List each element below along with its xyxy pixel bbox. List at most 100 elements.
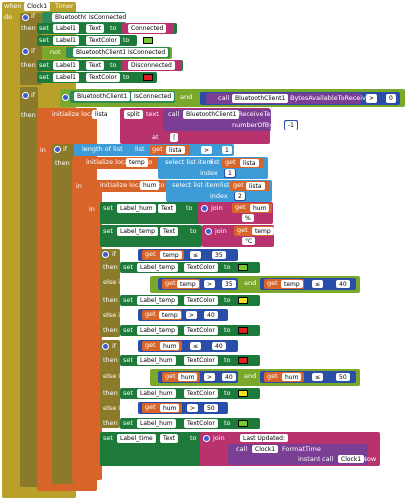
set-property-dropdown[interactable]: TextColor xyxy=(184,356,218,365)
number-literal[interactable]: 50 xyxy=(336,373,350,381)
get-var-dropdown[interactable]: temp xyxy=(252,227,274,235)
set-component-dropdown[interactable]: Label1 xyxy=(53,61,80,70)
number-literal[interactable]: 1 xyxy=(222,146,232,154)
compare-op-dropdown[interactable]: > xyxy=(187,404,199,412)
set-component-dropdown[interactable]: Label_hum xyxy=(137,389,176,398)
set-property-dropdown[interactable]: TextColor xyxy=(184,263,218,272)
get-var-dropdown[interactable]: temp xyxy=(160,251,182,259)
number-literal[interactable]: 35 xyxy=(212,251,226,259)
get-var-dropdown[interactable]: hum xyxy=(282,373,302,381)
mutator-gear-icon[interactable] xyxy=(22,14,29,21)
number-literal[interactable]: 0 xyxy=(386,94,396,103)
set-component-dropdown[interactable]: Label_temp xyxy=(117,227,158,236)
bt-property-dropdown[interactable]: IsConnected xyxy=(131,92,175,101)
bt-property-dropdown[interactable]: IsConnected xyxy=(86,13,130,22)
clock-component-dropdown[interactable]: Clock1 xyxy=(338,455,365,463)
set-component-dropdown[interactable]: Label_time xyxy=(117,434,156,443)
set-component-dropdown[interactable]: Label_temp xyxy=(137,326,178,335)
get-var-dropdown[interactable]: hum xyxy=(160,404,180,412)
color-swatch-yellow[interactable] xyxy=(238,297,248,304)
number-literal[interactable]: 35 xyxy=(222,280,236,288)
suffix-text-literal[interactable]: °C xyxy=(242,237,256,245)
get-var-dropdown[interactable]: lista xyxy=(240,159,259,167)
mutator-gear-icon[interactable] xyxy=(54,146,61,153)
compare-op-dropdown[interactable]: ≤ xyxy=(312,373,324,381)
compare-op-dropdown[interactable]: > xyxy=(186,311,198,319)
number-literal[interactable]: 40 xyxy=(212,342,226,350)
color-swatch-red[interactable] xyxy=(143,74,153,81)
get-var-dropdown[interactable]: hum xyxy=(178,373,198,381)
number-literal[interactable]: 40 xyxy=(222,373,236,381)
color-swatch-green[interactable] xyxy=(143,37,153,44)
get-var-dropdown[interactable]: temp xyxy=(177,280,199,288)
compare-op-dropdown[interactable]: > xyxy=(204,280,216,288)
get-var-dropdown[interactable]: hum xyxy=(250,204,270,212)
bt-property-dropdown[interactable]: IsConnected xyxy=(125,48,169,57)
set-property-dropdown[interactable]: Text xyxy=(86,61,105,70)
set-property-dropdown[interactable]: Text xyxy=(86,24,105,33)
set-property-dropdown[interactable]: Text xyxy=(160,434,179,443)
set-component-dropdown[interactable]: Label_hum xyxy=(137,356,176,365)
mutator-gear-icon[interactable] xyxy=(22,48,29,55)
bt-component-dropdown[interactable]: BluetoothClient1 xyxy=(183,110,240,119)
set-property-dropdown[interactable]: TextColor xyxy=(184,419,218,428)
get-var-dropdown[interactable]: lista xyxy=(166,146,185,154)
compare-op-dropdown[interactable]: > xyxy=(366,94,378,103)
set-property-dropdown[interactable]: TextColor xyxy=(184,389,218,398)
set-component-dropdown[interactable]: Label1 xyxy=(53,36,80,45)
event-component-dropdown[interactable]: Clock1 xyxy=(24,2,51,11)
text-literal-value[interactable]: Connected xyxy=(128,24,167,33)
set-property-dropdown[interactable]: TextColor xyxy=(184,296,218,305)
mutator-gear-icon[interactable] xyxy=(102,251,109,258)
compare-op-dropdown[interactable]: ≤ xyxy=(190,251,202,259)
num-bytes-literal[interactable]: -1 xyxy=(285,121,297,130)
set-component-dropdown[interactable]: Label1 xyxy=(53,24,80,33)
text-literal-value[interactable]: Disconnected xyxy=(128,61,175,70)
compare-op-dropdown[interactable]: ≤ xyxy=(190,342,202,350)
mutator-gear-icon[interactable] xyxy=(22,92,29,99)
set-property-dropdown[interactable]: TextColor xyxy=(86,73,120,82)
local-var-name[interactable]: hum xyxy=(140,181,160,190)
color-swatch-green[interactable] xyxy=(238,420,248,427)
set-component-dropdown[interactable]: Label_temp xyxy=(137,263,178,272)
if-block-length[interactable] xyxy=(52,144,74,484)
set-component-dropdown[interactable]: Label_hum xyxy=(137,419,176,428)
number-literal[interactable]: 50 xyxy=(204,404,218,412)
prefix-text-literal[interactable]: Last Updated: xyxy=(240,434,288,442)
set-property-dropdown[interactable]: Text xyxy=(160,227,179,236)
bt-component-dropdown[interactable]: BluetoothClient1 xyxy=(74,92,131,101)
compare-op-dropdown[interactable]: > xyxy=(201,146,213,154)
split-dropdown[interactable]: split xyxy=(124,110,143,119)
index-literal[interactable]: 2 xyxy=(235,192,245,200)
join-mutator-gear-icon[interactable] xyxy=(201,205,208,212)
number-literal[interactable]: 40 xyxy=(336,280,350,288)
compare-op-dropdown[interactable]: > xyxy=(204,373,216,381)
bt-component-dropdown[interactable]: BluetoothClient1 xyxy=(232,94,289,103)
get-var-dropdown[interactable]: temp xyxy=(159,311,181,319)
mutator-gear-icon[interactable] xyxy=(102,343,109,350)
at-text-literal[interactable]: | xyxy=(170,133,179,142)
color-swatch-red[interactable] xyxy=(238,357,248,364)
if-block-hum[interactable] xyxy=(100,340,120,428)
get-var-dropdown[interactable]: lista xyxy=(246,182,265,190)
join-mutator-gear-icon[interactable] xyxy=(205,228,212,235)
set-property-dropdown[interactable]: TextColor xyxy=(184,326,218,335)
get-var-dropdown[interactable]: hum xyxy=(160,342,180,350)
clock-component-dropdown[interactable]: Clock1 xyxy=(252,445,279,453)
local-var-name[interactable]: lista xyxy=(92,110,111,119)
color-swatch-red[interactable] xyxy=(238,327,248,334)
number-literal[interactable]: 40 xyxy=(204,311,218,319)
and-mutator-gear-icon[interactable] xyxy=(62,94,69,101)
set-property-dropdown[interactable]: TextColor xyxy=(86,36,120,45)
suffix-text-literal[interactable]: % xyxy=(242,214,254,222)
get-var-dropdown[interactable]: temp xyxy=(281,280,303,288)
if-block-receive[interactable] xyxy=(20,87,38,487)
local-var-name[interactable]: temp xyxy=(126,158,148,167)
set-component-dropdown[interactable]: Label1 xyxy=(53,73,80,82)
set-component-dropdown[interactable]: Label_temp xyxy=(137,296,178,305)
compare-op-dropdown[interactable]: ≤ xyxy=(312,280,324,288)
bt-component-dropdown[interactable]: BluetoothClient1 xyxy=(73,48,130,57)
set-property-dropdown[interactable]: Text xyxy=(158,204,177,213)
set-component-dropdown[interactable]: Label_hum xyxy=(117,204,156,213)
color-swatch-yellow[interactable] xyxy=(238,390,248,397)
